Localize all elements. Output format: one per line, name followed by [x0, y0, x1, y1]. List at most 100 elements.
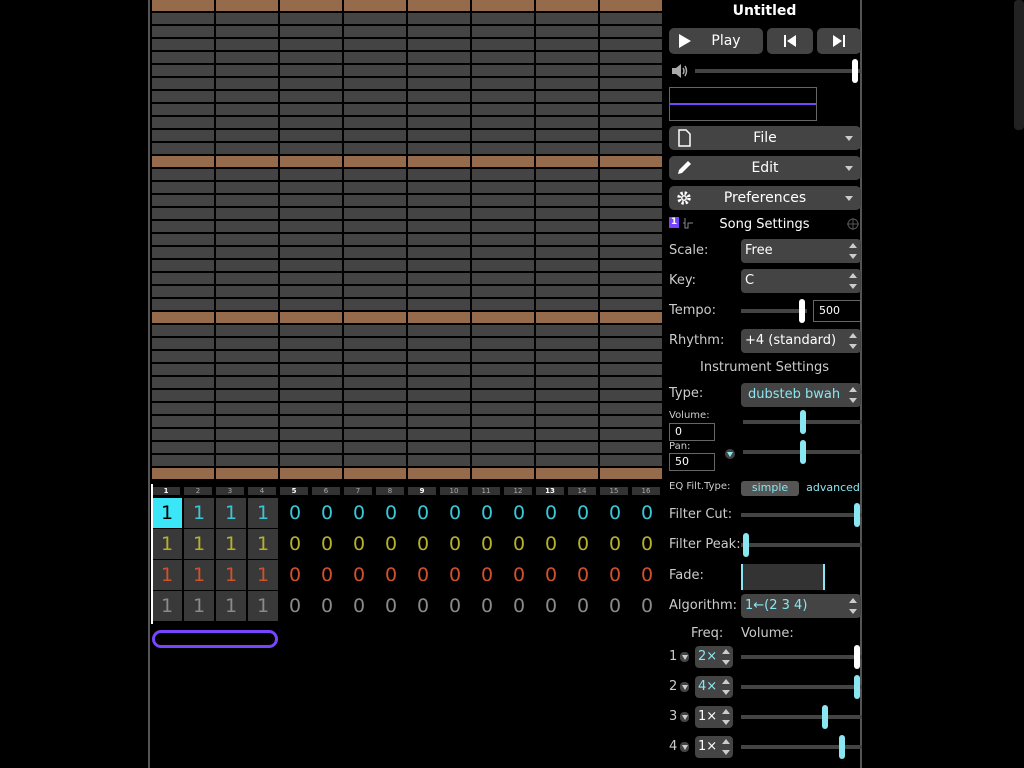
pattern-cell[interactable] — [280, 182, 342, 193]
pattern-cell[interactable] — [280, 117, 342, 128]
pattern-cell[interactable] — [472, 247, 534, 258]
pattern-cell[interactable] — [472, 221, 534, 232]
pattern-cell[interactable] — [472, 26, 534, 37]
filter-peak-slider[interactable] — [741, 533, 862, 557]
track-cell[interactable]: 0 — [312, 498, 342, 528]
pattern-cell[interactable] — [152, 260, 214, 271]
pan-slider[interactable] — [743, 440, 862, 464]
pattern-cell[interactable] — [600, 26, 662, 37]
pattern-cell[interactable] — [600, 117, 662, 128]
bar-number[interactable]: 12 — [504, 487, 532, 495]
track-cell[interactable]: 1 — [216, 560, 246, 590]
track-cell[interactable]: 0 — [312, 591, 342, 621]
operator-freq-select[interactable]: 4× — [695, 676, 733, 698]
pattern-cell[interactable] — [280, 195, 342, 206]
pattern-cell[interactable] — [600, 182, 662, 193]
pattern-cell[interactable] — [408, 325, 470, 336]
track-cell[interactable]: 0 — [632, 498, 662, 528]
skip-back-button[interactable] — [767, 28, 813, 54]
pattern-cell[interactable] — [600, 351, 662, 362]
pattern-cell[interactable] — [216, 416, 278, 427]
pattern-cell[interactable] — [472, 286, 534, 297]
pattern-cell[interactable] — [408, 312, 470, 323]
pattern-cell[interactable] — [344, 429, 406, 440]
pattern-cell[interactable] — [600, 312, 662, 323]
pattern-cell[interactable] — [536, 91, 598, 102]
pattern-column[interactable] — [472, 0, 534, 480]
pattern-cell[interactable] — [408, 13, 470, 24]
pattern-cell[interactable] — [216, 442, 278, 453]
pattern-cell[interactable] — [216, 325, 278, 336]
pattern-cell[interactable] — [472, 195, 534, 206]
tempo-slider-handle[interactable] — [799, 299, 805, 323]
pattern-cell[interactable] — [408, 65, 470, 76]
track-cell[interactable]: 1 — [248, 529, 278, 559]
pattern-cell[interactable] — [280, 442, 342, 453]
pattern-cell[interactable] — [408, 338, 470, 349]
pattern-cell[interactable] — [408, 143, 470, 154]
pattern-cell[interactable] — [472, 65, 534, 76]
pattern-cell[interactable] — [152, 195, 214, 206]
pattern-cell[interactable] — [536, 143, 598, 154]
pattern-cell[interactable] — [408, 234, 470, 245]
pattern-cell[interactable] — [344, 182, 406, 193]
pattern-cell[interactable] — [472, 455, 534, 466]
instrument-volume-input[interactable]: 0 — [669, 423, 715, 441]
pan-input[interactable]: 50 — [669, 453, 715, 471]
pattern-cell[interactable] — [408, 247, 470, 258]
pattern-cell[interactable] — [152, 78, 214, 89]
pattern-cell[interactable] — [280, 273, 342, 284]
bar-number[interactable]: 10 — [440, 487, 468, 495]
pattern-cell[interactable] — [408, 130, 470, 141]
pattern-cell[interactable] — [472, 130, 534, 141]
pattern-cell[interactable] — [216, 65, 278, 76]
bar-number[interactable]: 15 — [600, 487, 628, 495]
pattern-cell[interactable] — [280, 416, 342, 427]
edit-menu[interactable]: Edit — [669, 156, 861, 180]
pattern-cell[interactable] — [216, 234, 278, 245]
pattern-cell[interactable] — [216, 52, 278, 63]
track-cell[interactable]: 0 — [344, 498, 374, 528]
pattern-cell[interactable] — [280, 104, 342, 115]
pattern-cell[interactable] — [536, 455, 598, 466]
pattern-cell[interactable] — [536, 208, 598, 219]
pattern-cell[interactable] — [344, 117, 406, 128]
pan-slider-handle[interactable] — [800, 440, 806, 464]
track-cell[interactable]: 0 — [472, 591, 502, 621]
pattern-cell[interactable] — [152, 0, 214, 11]
pattern-cell[interactable] — [344, 455, 406, 466]
pattern-cell[interactable] — [536, 78, 598, 89]
track-cell[interactable]: 0 — [504, 529, 534, 559]
pattern-cell[interactable] — [600, 143, 662, 154]
pattern-cell[interactable] — [280, 364, 342, 375]
pattern-cell[interactable] — [152, 117, 214, 128]
pattern-cell[interactable] — [600, 455, 662, 466]
pattern-cell[interactable] — [216, 0, 278, 11]
instrument-volume-slider[interactable] — [743, 410, 862, 434]
pattern-cell[interactable] — [472, 325, 534, 336]
track-cell[interactable]: 1 — [248, 591, 278, 621]
pattern-cell[interactable] — [216, 195, 278, 206]
pattern-cell[interactable] — [472, 156, 534, 167]
pattern-cell[interactable] — [408, 195, 470, 206]
operator-volume-slider[interactable] — [741, 675, 862, 699]
pattern-cell[interactable] — [344, 78, 406, 89]
track-cell[interactable]: 0 — [408, 498, 438, 528]
pattern-cell[interactable] — [216, 390, 278, 401]
track-cell[interactable]: 0 — [408, 560, 438, 590]
pattern-cell[interactable] — [152, 351, 214, 362]
pattern-cell[interactable] — [280, 39, 342, 50]
pattern-cell[interactable] — [280, 221, 342, 232]
track-cell[interactable]: 0 — [280, 498, 310, 528]
pattern-cell[interactable] — [472, 364, 534, 375]
pattern-cell[interactable] — [536, 65, 598, 76]
pattern-cell[interactable] — [152, 182, 214, 193]
pattern-cell[interactable] — [216, 26, 278, 37]
track-cell[interactable]: 0 — [440, 560, 470, 590]
pattern-cell[interactable] — [600, 299, 662, 310]
track-cell[interactable]: 0 — [312, 560, 342, 590]
pattern-cell[interactable] — [280, 312, 342, 323]
bar-number[interactable]: 3 — [216, 487, 244, 495]
pattern-cell[interactable] — [536, 234, 598, 245]
pattern-cell[interactable] — [216, 273, 278, 284]
